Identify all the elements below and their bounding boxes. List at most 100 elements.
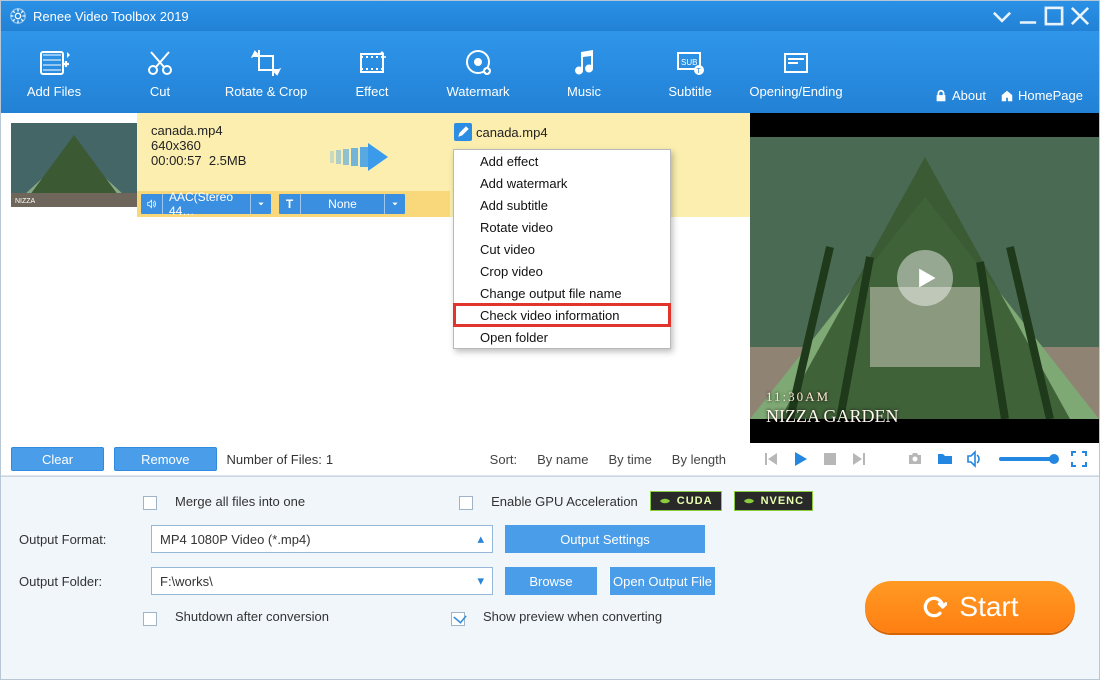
browse-button[interactable]: Browse [505,567,597,595]
file-duration: 00:00:57 [151,153,202,168]
subtitle-button[interactable]: SUBT Subtitle [637,31,743,113]
open-output-file-button[interactable]: Open Output File [609,567,715,595]
subtitle-track-chip[interactable]: T None [279,194,405,214]
homepage-link[interactable]: HomePage [1000,88,1083,103]
maximize-button[interactable] [1041,4,1067,28]
menu-item-add-watermark[interactable]: Add watermark [454,172,670,194]
cuda-badge: CUDA [650,491,722,511]
homepage-label: HomePage [1018,88,1083,103]
start-label: Start [959,591,1018,623]
prev-button[interactable] [760,449,780,469]
cut-button[interactable]: Cut [107,31,213,113]
tool-label: Subtitle [668,84,711,99]
add-files-icon [37,46,71,80]
edit-icon[interactable] [454,123,472,141]
tool-label: Opening/Ending [749,84,842,99]
tool-label: Add Files [27,84,81,99]
next-button[interactable] [850,449,870,469]
preview-time-caption: 11:30AM [766,389,830,405]
audio-track-chip[interactable]: AAC(Stereo 44… [141,194,271,214]
gpu-label: Enable GPU Acceleration [491,494,638,509]
clear-button[interactable]: Clear [11,447,104,471]
tool-label: Watermark [446,84,509,99]
menu-item-open-folder[interactable]: Open folder [454,326,670,348]
output-format-value: MP4 1080P Video (*.mp4) [160,532,311,547]
app-title: Renee Video Toolbox 2019 [33,9,189,24]
volume-icon[interactable] [965,449,985,469]
open-folder-button[interactable] [935,449,955,469]
file-list: NIZZA canada.mp4 640x360 00:00:57 2.5MB … [1,113,750,476]
show-preview-checkbox[interactable] [451,612,465,626]
tool-label: Music [567,84,601,99]
stop-button[interactable] [820,449,840,469]
title-bar: Renee Video Toolbox 2019 [1,1,1099,31]
menu-item-crop-video[interactable]: Crop video [454,260,670,282]
effect-icon [355,46,389,80]
merge-checkbox[interactable] [143,496,157,510]
start-button[interactable]: Start [865,581,1075,633]
subtitle-chip-text: None [301,194,385,214]
bottom-panel: Merge all files into one Enable GPU Acce… [1,476,1099,679]
svg-text:T: T [697,68,702,75]
close-button[interactable] [1067,4,1093,28]
sort-label: Sort: [490,452,517,467]
video-preview[interactable]: 11:30AM NIZZA GARDEN [750,113,1099,443]
minimize-button[interactable] [1015,4,1041,28]
app-logo-icon [9,7,27,25]
sort-by-length[interactable]: By length [672,452,726,467]
sort-by-time[interactable]: By time [608,452,651,467]
effect-button[interactable]: Effect [319,31,425,113]
rotate-crop-button[interactable]: Rotate & Crop [213,31,319,113]
output-settings-button[interactable]: Output Settings [505,525,705,553]
subtitle-chip-letter: T [279,194,301,214]
list-bar: Clear Remove Number of Files: 1 Sort: By… [1,443,750,475]
watermark-button[interactable]: Watermark [425,31,531,113]
sort-by-name[interactable]: By name [537,452,588,467]
fullscreen-button[interactable] [1069,449,1089,469]
svg-text:SUB: SUB [681,58,697,67]
preview-place-caption: NIZZA GARDEN [766,406,899,427]
main-toolbar: Add Files Cut Rotate & Crop Effect Water… [1,31,1099,113]
play-button[interactable] [790,449,810,469]
volume-slider[interactable] [999,457,1055,461]
music-button[interactable]: Music [531,31,637,113]
content-area: NIZZA canada.mp4 640x360 00:00:57 2.5MB … [1,113,1099,476]
watermark-icon [461,46,495,80]
opening-ending-button[interactable]: Opening/Ending [743,31,849,113]
tool-label: Effect [355,84,388,99]
file-count-value: 1 [326,452,333,467]
preview-panel: 11:30AM NIZZA GARDEN [750,113,1099,476]
remove-button[interactable]: Remove [114,447,216,471]
audio-chip-text: AAC(Stereo 44… [163,194,251,214]
menu-item-add-subtitle[interactable]: Add subtitle [454,194,670,216]
output-format-combo[interactable]: MP4 1080P Video (*.mp4) ▴ [151,525,493,553]
music-icon [567,46,601,80]
output-format-label: Output Format: [19,532,139,547]
file-thumbnail: NIZZA [11,123,137,207]
menu-item-rotate-video[interactable]: Rotate video [454,216,670,238]
shutdown-checkbox[interactable] [143,612,157,626]
menu-dropdown-icon[interactable] [989,4,1015,28]
play-overlay-icon[interactable] [897,250,953,306]
menu-item-add-effect[interactable]: Add effect [454,150,670,172]
merge-label: Merge all files into one [175,494,305,509]
arrow-icon [330,143,388,174]
transport-bar [750,443,1099,475]
subtitle-icon: SUBT [673,46,707,80]
menu-item-check-video-information[interactable]: Check video information [454,304,670,326]
output-folder-combo[interactable]: F:\works\ ▾ [151,567,493,595]
add-files-button[interactable]: Add Files [1,31,107,113]
chips-strip: AAC(Stereo 44… T None [137,191,450,217]
snapshot-button[interactable] [905,449,925,469]
shutdown-label: Shutdown after conversion [175,609,329,624]
gpu-checkbox[interactable] [459,496,473,510]
menu-item-cut-video[interactable]: Cut video [454,238,670,260]
about-link[interactable]: About [934,88,986,103]
about-label: About [952,88,986,103]
file-count-label: Number of Files: [227,452,322,467]
audio-icon [141,194,163,214]
output-filename: canada.mp4 [476,125,548,140]
menu-item-change-output-name[interactable]: Change output file name [454,282,670,304]
svg-text:NIZZA: NIZZA [15,198,36,205]
chevron-down-icon [251,194,271,214]
